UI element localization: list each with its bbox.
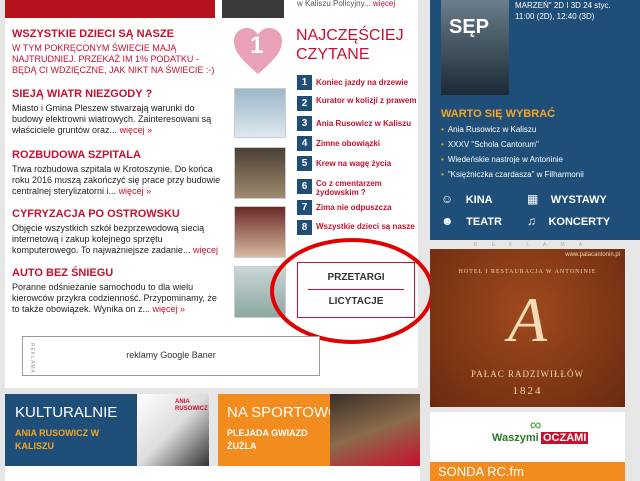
gallery-icon: ▦ — [527, 192, 539, 206]
warto-list: Ania Rusowicz w Kaliszu XXXV "Schola Can… — [441, 124, 631, 180]
most-read-item[interactable]: 3 Ania Rusowicz w Kaliszu — [297, 116, 417, 134]
movie-info[interactable]: MARZEŃ" 2D I 3D 24 styc. 11:00 (2D), 12:… — [515, 0, 630, 22]
theater-icon: ☻ — [441, 214, 454, 228]
waszymi-text: Waszymi — [492, 432, 539, 444]
sportowo-photo[interactable] — [330, 394, 420, 466]
ad-year: 1824 — [512, 385, 543, 397]
sonda-title: SONDA RC.fm — [438, 464, 524, 479]
koncerty-link[interactable]: ♫ KONCERTY — [527, 212, 610, 230]
most-read-list: 1 Koniec jazdy na drzewie 2 Kurator w ko… — [297, 75, 422, 245]
snippet-text: w Kaliszu Policyjny... — [297, 0, 371, 8]
movie-poster[interactable]: SĘP — [441, 0, 509, 95]
warto-item[interactable]: Ania Rusowicz w Kaliszu — [441, 124, 631, 135]
news-text: Objęcie wszystkich szkół bezprzewodową s… — [12, 223, 205, 255]
top-banner-left[interactable] — [5, 0, 215, 18]
kulturalnie-badge: ANIA RUSOWICZ — [175, 399, 208, 412]
most-read-item[interactable]: 5 Krew na wagę życia — [297, 156, 417, 174]
google-banner-text: reklamy Google Baner — [126, 350, 216, 360]
news-title[interactable]: WSZYSTKIE DZIECI SĄ NASZE — [12, 28, 222, 41]
more-link[interactable]: więcej » — [119, 186, 152, 196]
news-thumbnail[interactable] — [234, 88, 286, 138]
ad-line1: HOTEL I RESTAURACJA W ANTONINIE — [458, 269, 597, 275]
sidebar-reklama-label: REKLAMA — [474, 242, 596, 248]
sportowo-box[interactable]: NA SPORTOWO PLEJADA GWIAZD ŻUŻLA — [218, 394, 420, 466]
ad-letter: A — [507, 284, 548, 355]
news-item[interactable]: CYFRYZACJA PO OSTROWSKU Objęcie wszystki… — [12, 208, 224, 256]
masks-icon: ☺ — [441, 192, 454, 206]
kulturalnie-box[interactable]: KULTURALNIE ANIA RUSOWICZ W KALISZU ANIA… — [5, 394, 209, 466]
bottom-strip — [5, 466, 420, 481]
news-item[interactable]: WSZYSTKIE DZIECI SĄ NASZE W TYM POKRĘCON… — [12, 28, 222, 76]
most-read-item[interactable]: 6 Co z cmentarzem żydowskim ? — [297, 179, 417, 197]
category-links: ☺ KINA ▦ WYSTAWY ☻ TEATR ♫ KONCERTY — [441, 190, 631, 230]
news-text: Trwa rozbudowa szpitala w Krotoszynie. D… — [12, 164, 221, 196]
ad-name: PAŁAC RADZIWIŁŁÓW — [471, 369, 584, 379]
highlight-ellipse — [270, 238, 434, 344]
sportowo-sub[interactable]: PLEJADA GWIAZD ŻUŻLA — [227, 427, 327, 453]
news-text: W TYM POKRĘCONYM ŚWIECIE MAJĄ NAJTRUDNIE… — [12, 43, 215, 75]
most-read-item[interactable]: 4 Zimne obowiązki — [297, 136, 417, 154]
warto-item[interactable]: Wiedeńskie nastroje w Antoninie — [441, 154, 631, 165]
kulturalnie-photo[interactable]: ANIA RUSOWICZ — [137, 394, 209, 466]
sonda-box[interactable]: SONDA RC.fm — [430, 462, 625, 481]
heart-number: 1 — [250, 32, 264, 59]
news-title[interactable]: SIEJĄ WIATR NIEZGODY ? — [12, 88, 224, 101]
warto-item[interactable]: XXXV "Schola Cantorum" — [441, 139, 631, 150]
news-text: Poranne odśnieżanie samochodu to dla wie… — [12, 282, 217, 314]
sportowo-title[interactable]: NA SPORTOWO — [227, 404, 340, 421]
music-note-icon: ♫ — [527, 214, 536, 228]
top-right-snippet[interactable]: w Kaliszu Policyjny... więcej — [297, 0, 417, 10]
oczami-text: OCZAMI — [541, 432, 589, 444]
news-title[interactable]: AUTO BEZ ŚNIEGU — [12, 267, 224, 280]
news-item[interactable]: ROZBUDOWA SZPITALA Trwa rozbudowa szpita… — [12, 149, 224, 197]
news-title[interactable]: ROZBUDOWA SZPITALA — [12, 149, 224, 162]
kina-link[interactable]: ☺ KINA — [441, 190, 493, 208]
palace-ad[interactable]: www.palacantonin.pl HOTEL I RESTAURACJA … — [430, 249, 625, 407]
news-item[interactable]: AUTO BEZ ŚNIEGU Poranne odśnieżanie samo… — [12, 267, 224, 315]
top-banner-photo[interactable] — [222, 0, 284, 18]
more-link[interactable]: więcej » — [153, 304, 186, 314]
ad-url: www.palacantonin.pl — [565, 252, 620, 258]
kulturalnie-title[interactable]: KULTURALNIE — [15, 404, 117, 421]
news-item[interactable]: SIEJĄ WIATR NIEZGODY ? Miasto i Gmina Pl… — [12, 88, 224, 136]
wystawy-link[interactable]: ▦ WYSTAWY — [527, 190, 607, 208]
google-ad-banner[interactable]: REKLAMA reklamy Google Baner — [22, 336, 320, 376]
warto-title: WARTO SIĘ WYBRAĆ — [441, 108, 556, 120]
warto-item[interactable]: "Księżniczka czardasza" w Filharmonii — [441, 169, 631, 180]
snippet-more-link[interactable]: więcej — [373, 0, 395, 8]
more-link[interactable]: więcej — [193, 245, 218, 255]
waszymi-oczami-ad[interactable]: ∞ Waszymi OCZAMI — [430, 412, 625, 462]
most-read-item[interactable]: 1 Koniec jazdy na drzewie — [297, 75, 417, 93]
most-read-title: NAJCZĘŚCIEJ CZYTANE — [296, 27, 404, 63]
kulturalnie-sub[interactable]: ANIA RUSOWICZ W KALISZU — [15, 427, 130, 453]
news-title[interactable]: CYFRYZACJA PO OSTROWSKU — [12, 208, 224, 221]
poster-title: SĘP — [449, 16, 490, 38]
most-read-item[interactable]: 2 Kurator w kolizji z prawem — [297, 96, 417, 114]
news-thumbnail[interactable] — [234, 147, 286, 199]
heart-graphic[interactable]: 1 — [232, 26, 284, 76]
most-read-item[interactable]: 7 Zima nie odpuszcza — [297, 200, 417, 218]
teatr-link[interactable]: ☻ TEATR — [441, 212, 502, 230]
more-link[interactable]: więcej » — [120, 125, 153, 135]
news-text: Miasto i Gmina Pleszew stwarzają warunki… — [12, 103, 212, 135]
